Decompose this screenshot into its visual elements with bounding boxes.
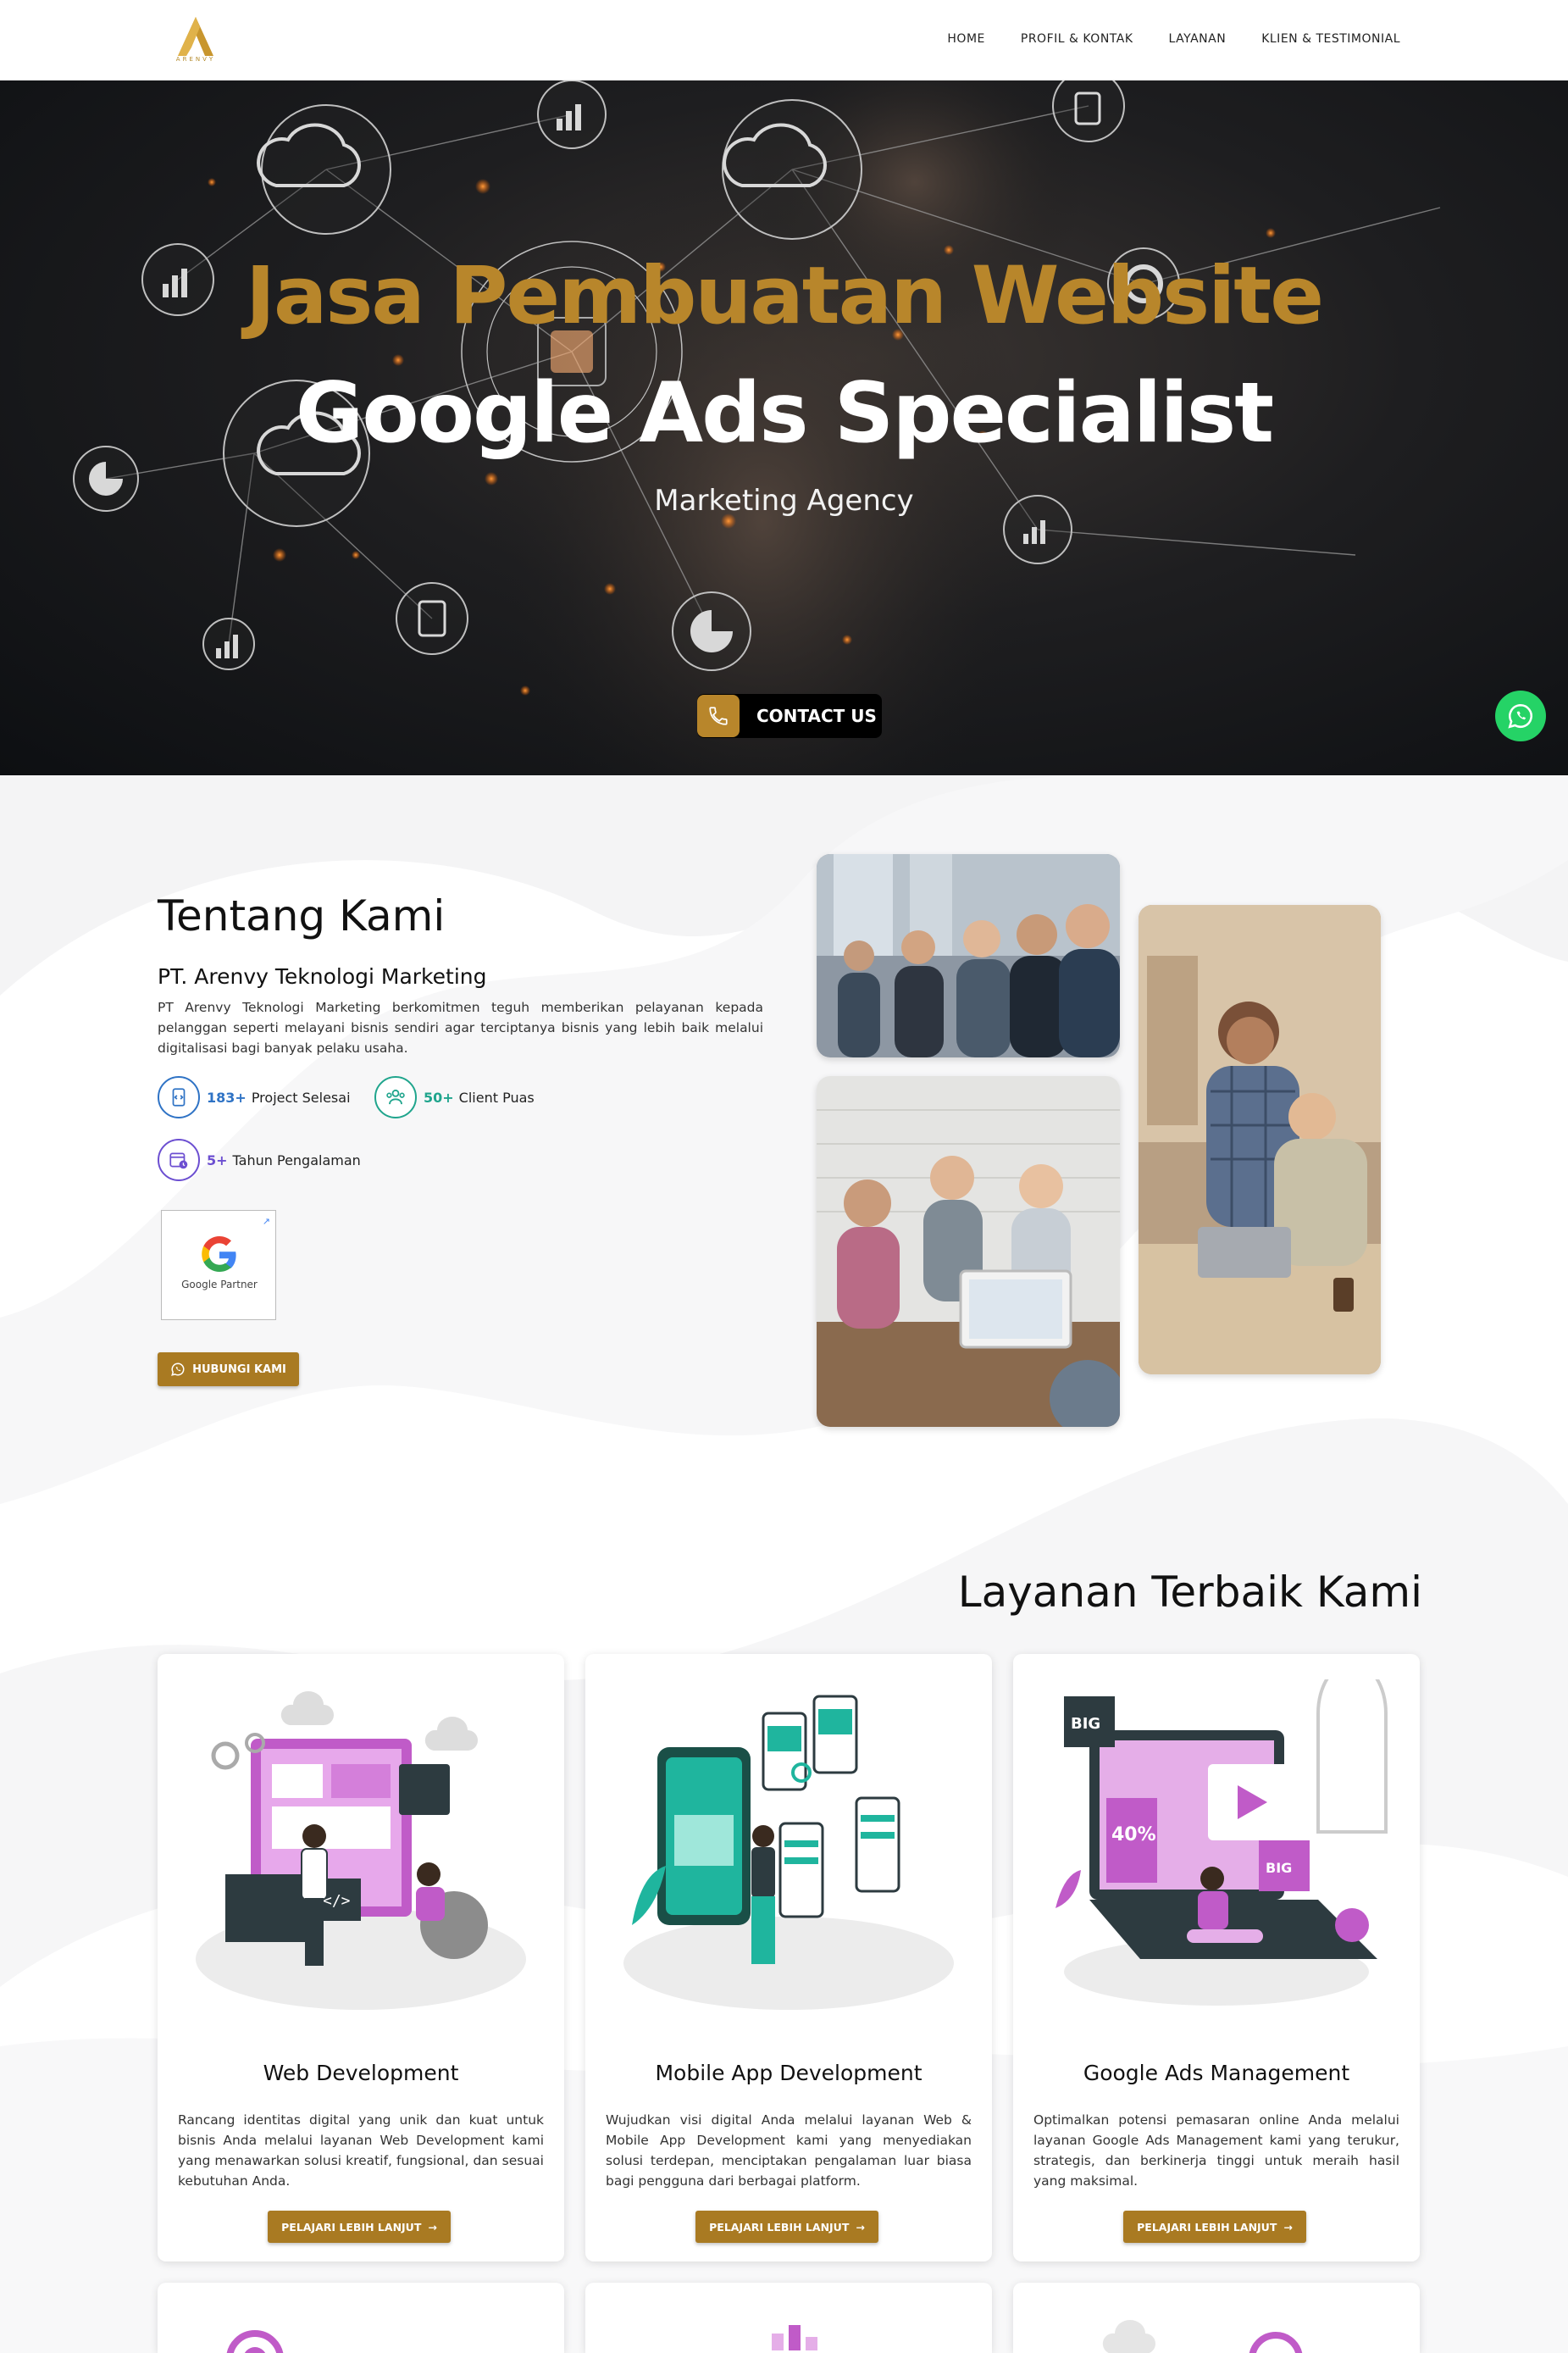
service-card-web-development: </> Web Development Rancang identitas di… bbox=[158, 1654, 564, 2261]
whatsapp-icon bbox=[171, 1362, 185, 1376]
top-navbar: ARENVY HOME PROFIL & KONTAK LAYANAN KLIE… bbox=[0, 0, 1568, 80]
nav-home[interactable]: HOME bbox=[947, 32, 984, 46]
service-description: Wujudkan visi digital Anda melalui layan… bbox=[606, 2112, 972, 2189]
users-group-icon bbox=[374, 1076, 417, 1118]
web-development-illustration: </> bbox=[196, 1691, 526, 2010]
service-title: Web Development bbox=[263, 2061, 459, 2085]
service-description: Rancang identitas digital yang unik dan … bbox=[178, 2112, 544, 2189]
arrow-right-icon: → bbox=[428, 2220, 437, 2234]
hubungi-kami-button[interactable]: HUBUNGI KAMI bbox=[158, 1352, 299, 1386]
hero-title-line1: Jasa Pembuatan Website bbox=[246, 250, 1324, 342]
stat-experience-value: 5+ bbox=[207, 1152, 228, 1168]
whatsapp-icon bbox=[1508, 703, 1532, 729]
stat-project-label: Project Selesai bbox=[251, 1089, 351, 1106]
service-description: Optimalkan potensi pemasaran online Anda… bbox=[1033, 2112, 1399, 2189]
hero-section: Jasa Pembuatan Website Google Ads Specia… bbox=[0, 80, 1568, 775]
stat-project-value: 183+ bbox=[207, 1089, 247, 1106]
hubungi-kami-label: HUBUNGI KAMI bbox=[192, 1362, 286, 1376]
google-partner-badge[interactable]: ↗ Google Partner bbox=[161, 1210, 276, 1320]
service-card-row2-2 bbox=[585, 2283, 992, 2353]
stat-project: 183+ Project Selesai bbox=[158, 1076, 351, 1118]
nav-klien-testimonial[interactable]: KLIEN & TESTIMONIAL bbox=[1261, 32, 1400, 46]
learn-more-label: PELAJARI LEBIH LANJUT bbox=[709, 2220, 850, 2234]
service-title: Mobile App Development bbox=[655, 2061, 923, 2085]
mobile-app-illustration bbox=[623, 1695, 954, 2010]
stat-client-value: 50+ bbox=[424, 1089, 454, 1106]
hero-subtitle: Marketing Agency bbox=[654, 484, 914, 518]
phone-icon bbox=[697, 695, 740, 737]
stat-experience-label: Tahun Pengalaman bbox=[232, 1152, 361, 1168]
stat-client-label: Client Puas bbox=[458, 1089, 535, 1106]
service-card-google-ads-management: 40% BIG BIG Google Ads Management Optima… bbox=[1013, 1654, 1420, 2261]
service-card-row2-3 bbox=[1013, 2283, 1420, 2353]
google-g-icon bbox=[202, 1236, 236, 1272]
learn-more-button[interactable]: PELAJARI LEBIH LANJUT → bbox=[268, 2211, 451, 2243]
logo-subtext: ARENVY bbox=[175, 56, 216, 63]
contact-us-label: CONTACT US bbox=[756, 706, 877, 726]
about-description: PT Arenvy Teknologi Marketing berkomitme… bbox=[158, 1000, 763, 1056]
service-card-illustration-partial bbox=[772, 2325, 817, 2350]
svg-text:BIG: BIG bbox=[1071, 1715, 1100, 1733]
about-company-name: PT. Arenvy Teknologi Marketing bbox=[158, 964, 487, 989]
photo-audience-applauding bbox=[817, 854, 1120, 1057]
about-heading: Tentang Kami bbox=[158, 891, 446, 941]
learn-more-button[interactable]: PELAJARI LEBIH LANJUT → bbox=[1123, 2211, 1306, 2243]
service-card-illustration-partial bbox=[1102, 2320, 1303, 2353]
learn-more-label: PELAJARI LEBIH LANJUT bbox=[1137, 2220, 1277, 2234]
calendar-clock-icon bbox=[158, 1139, 200, 1181]
svg-text:40%: 40% bbox=[1111, 1824, 1156, 1845]
service-card-mobile-app-development: Mobile App Development Wujudkan visi dig… bbox=[585, 1654, 992, 2261]
service-card-illustration-partial bbox=[226, 2330, 284, 2353]
google-partner-label: Google Partner bbox=[181, 1279, 258, 1290]
stat-client: 50+ Client Puas bbox=[374, 1076, 535, 1118]
main-menu: HOME PROFIL & KONTAK LAYANAN KLIEN & TES… bbox=[947, 32, 1400, 46]
service-card-row2-1 bbox=[158, 2283, 564, 2353]
stat-experience: 5+ Tahun Pengalaman bbox=[158, 1139, 361, 1181]
service-title: Google Ads Management bbox=[1083, 2061, 1350, 2085]
arrow-right-icon: → bbox=[1283, 2220, 1293, 2234]
learn-more-label: PELAJARI LEBIH LANJUT bbox=[281, 2220, 422, 2234]
contact-us-button[interactable]: CONTACT US bbox=[697, 694, 882, 738]
nav-profil-kontak[interactable]: PROFIL & KONTAK bbox=[1021, 32, 1133, 46]
code-file-icon bbox=[158, 1076, 200, 1118]
services-heading: Layanan Terbaik Kami bbox=[957, 1568, 1422, 1617]
nav-layanan[interactable]: LAYANAN bbox=[1169, 32, 1227, 46]
arrow-right-icon: → bbox=[856, 2220, 865, 2234]
photo-coworkers-desk bbox=[1139, 905, 1381, 1374]
google-ads-illustration: 40% BIG BIG bbox=[1055, 1679, 1388, 2006]
hero-title-line2: Google Ads Specialist bbox=[295, 365, 1274, 462]
whatsapp-float-button[interactable] bbox=[1495, 691, 1546, 741]
svg-text:BIG: BIG bbox=[1266, 1860, 1292, 1876]
photo-team-laptop bbox=[817, 1076, 1120, 1427]
external-link-icon: ↗ bbox=[262, 1216, 270, 1227]
learn-more-button[interactable]: PELAJARI LEBIH LANJUT → bbox=[695, 2211, 878, 2243]
